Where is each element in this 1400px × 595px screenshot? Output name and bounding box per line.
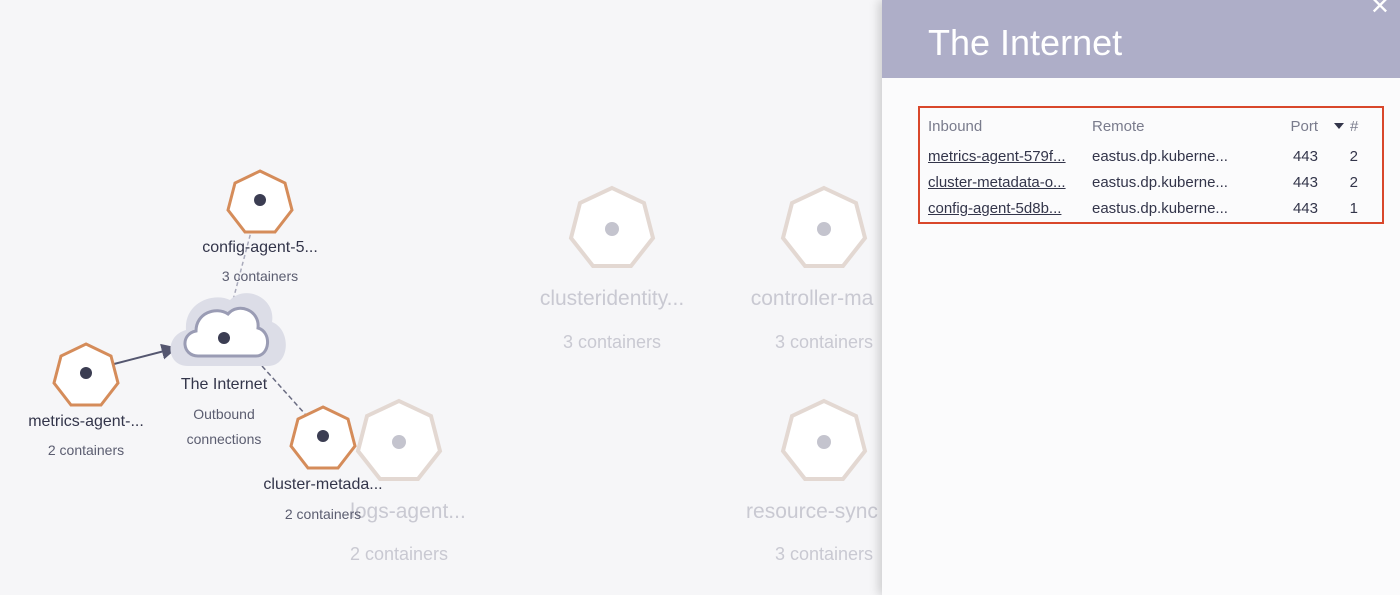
column-header-remote[interactable]: Remote <box>1092 118 1145 135</box>
node-sublabel: 2 containers <box>47 442 125 458</box>
node-dot <box>817 222 831 236</box>
remote-cell: eastus.dp.kuberne... <box>1092 174 1228 191</box>
panel-header: The Internet ✕ <box>882 0 1400 78</box>
node-sublabel: 2 containers <box>349 544 449 564</box>
node-resource[interactable] <box>780 398 868 481</box>
node-dot <box>254 194 266 206</box>
node-label: clusteridentity... <box>539 287 685 310</box>
column-header-inbound[interactable]: Inbound <box>928 118 982 135</box>
port-cell: 443 <box>1292 148 1318 165</box>
node-label: resource-sync <box>746 500 878 523</box>
edge-metrics-internet <box>113 343 178 365</box>
node-label: cluster-metada... <box>263 476 383 493</box>
column-header-port[interactable]: Port <box>1282 118 1318 135</box>
count-cell: 1 <box>1349 200 1358 217</box>
node-label: controller-ma <box>750 287 874 310</box>
node-config[interactable] <box>226 169 294 234</box>
inbound-link[interactable]: cluster-metadata-o... <box>928 174 1066 191</box>
close-icon[interactable]: ✕ <box>1370 0 1390 20</box>
node-label: metrics-agent-... <box>28 413 144 430</box>
column-header-count[interactable]: # <box>1350 118 1358 135</box>
node-controller[interactable] <box>780 185 868 268</box>
node-dot <box>392 435 406 449</box>
node-sublabel: 3 containers <box>774 332 874 352</box>
node-dot <box>817 435 831 449</box>
sort-desc-icon[interactable] <box>1334 123 1344 129</box>
edge-internet-clustermeta <box>261 365 306 415</box>
node-dot <box>218 332 230 344</box>
node-logs[interactable] <box>355 398 443 481</box>
node-label: config-agent-5... <box>202 239 318 256</box>
node-sublabel: 3 containers <box>562 332 662 352</box>
node-clusteridentity[interactable] <box>568 185 656 268</box>
remote-cell: eastus.dp.kuberne... <box>1092 148 1228 165</box>
node-sublabel: connections <box>186 431 262 447</box>
node-sublabel: 3 containers <box>774 544 874 564</box>
node-metrics[interactable] <box>52 342 120 407</box>
inbound-link[interactable]: config-agent-5d8b... <box>928 200 1061 217</box>
count-cell: 2 <box>1349 174 1358 191</box>
port-cell: 443 <box>1292 200 1318 217</box>
node-sublabel: 3 containers <box>221 268 299 284</box>
remote-cell: eastus.dp.kuberne... <box>1092 200 1228 217</box>
node-dot <box>80 367 92 379</box>
node-sublabel: 2 containers <box>284 506 362 522</box>
port-cell: 443 <box>1292 174 1318 191</box>
node-dot <box>605 222 619 236</box>
inbound-link[interactable]: metrics-agent-579f... <box>928 148 1066 165</box>
node-dot <box>317 430 329 442</box>
node-clustermeta[interactable] <box>289 405 357 470</box>
details-panel: The Internet ✕ Inbound Remote Port # met… <box>882 0 1400 595</box>
node-label: The Internet <box>180 376 268 393</box>
panel-title: The Internet <box>928 22 1123 63</box>
node-sublabel: Outbound <box>193 406 255 422</box>
connections-table: Inbound Remote Port # metrics-agent-579f… <box>918 106 1384 224</box>
node-label: logs-agent... <box>350 500 466 523</box>
node-internet[interactable] <box>170 293 286 366</box>
count-cell: 2 <box>1349 148 1358 165</box>
